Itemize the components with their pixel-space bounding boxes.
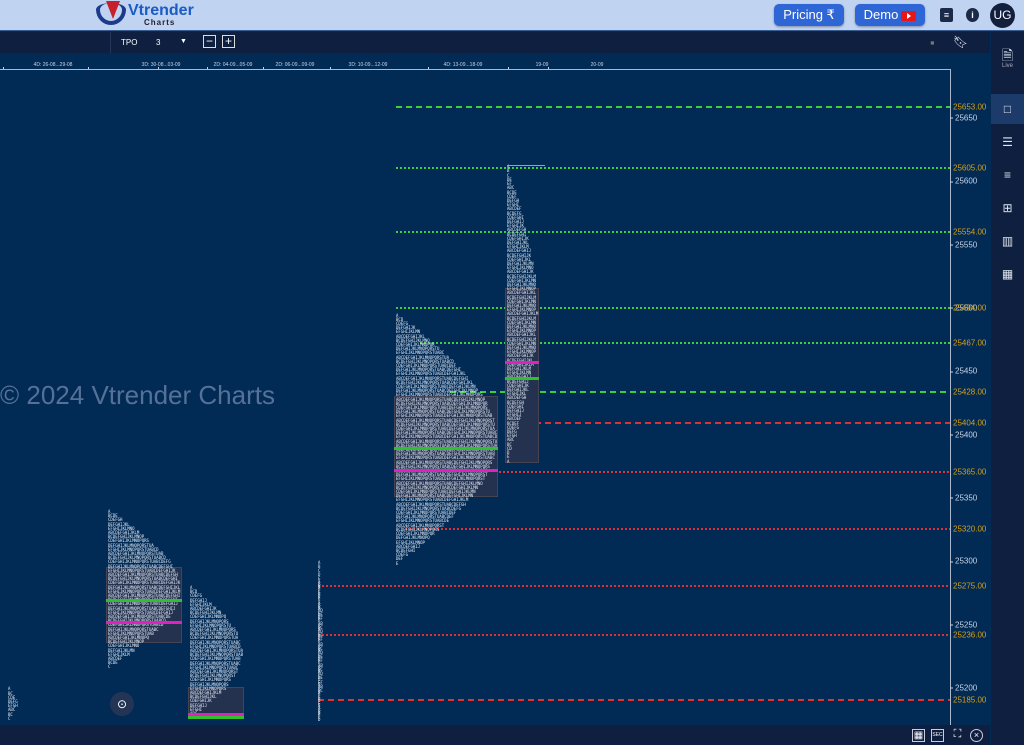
level-line — [455, 470, 950, 473]
level-line — [420, 341, 950, 344]
tpo-size-value[interactable]: 3 — [156, 38, 160, 47]
level-label: 25365.00 — [953, 467, 987, 477]
logo-sub: Charts — [144, 18, 176, 27]
vwap-line — [505, 360, 539, 364]
level-label: 25494.00 — [953, 303, 987, 313]
logo-text: Vtrender — [128, 2, 194, 19]
avatar[interactable]: UG — [990, 3, 1015, 28]
price-tick: 25300 — [949, 556, 978, 566]
top-header: Vtrender Charts Pricing ₹ Demo ≡ i UG — [0, 0, 1024, 31]
pricing-button[interactable]: Pricing ₹ — [774, 4, 844, 26]
date-label: 2D: 04-09...05-09 — [213, 62, 253, 68]
sec-icon[interactable]: SEC — [931, 729, 944, 742]
logo-mark — [96, 1, 126, 25]
price-tick: 25650 — [949, 113, 978, 123]
level-label: 25653.00 — [953, 102, 987, 112]
logo[interactable]: Vtrender Charts — [96, 1, 194, 27]
price-tick: 25350 — [949, 493, 978, 503]
level-line — [505, 421, 950, 424]
date-label: 19-09 — [535, 62, 549, 68]
mode-label: TPO — [121, 38, 138, 47]
columns-layout-icon[interactable]: ▥ — [991, 226, 1024, 256]
poc-line — [394, 446, 498, 450]
grid-layout-icon[interactable]: ⊞ — [991, 193, 1024, 223]
level-line — [396, 106, 950, 108]
level-label: 25554.00 — [953, 227, 987, 237]
tpo-profile: A BCDE CDEFGH DEFGHIJKL EFGHIJKLMNO ABCD… — [108, 508, 181, 670]
grid-6-layout-icon[interactable]: ▦ — [991, 259, 1024, 289]
date-label: 4D: 13-09...18-09 — [443, 62, 483, 68]
vwap-line — [188, 713, 244, 717]
bottom-toolbar: ▦ SEC ⛶ × — [0, 725, 990, 745]
level-label: 25236.00 — [953, 630, 987, 640]
profile-high-line — [507, 165, 545, 167]
date-axis: 4D: 26-08...29-08 3D: 30-08...03-09 2D: 04… — [0, 53, 990, 70]
focus-icon[interactable]: ⛶ — [951, 729, 964, 742]
level-label: 25428.00 — [953, 387, 987, 397]
price-tick: 25450 — [949, 366, 978, 376]
rows-layout-icon[interactable]: ≡ — [991, 160, 1024, 190]
tpo-profile: A BC CDE DEFG EFGH ABC BC C — [8, 686, 18, 721]
date-label: 20-09 — [590, 62, 604, 68]
tpo-profile: A B C DE EF ABC BCDE CDEF DEFGH EFGHI AB… — [507, 164, 539, 464]
save-icon[interactable]: ▪ — [930, 35, 935, 50]
right-sidebar: 🗎︎ Live □ ☰ ≡ ⊞ ▥ ▦ — [991, 32, 1024, 745]
price-tick: 25200 — [949, 683, 978, 693]
level-label: 25275.00 — [953, 581, 987, 591]
poc-line — [106, 598, 182, 602]
live-label: Live — [1001, 63, 1013, 69]
demo-button[interactable]: Demo — [855, 4, 925, 26]
youtube-icon — [901, 10, 917, 21]
poc-line — [505, 376, 539, 380]
chart-toolbar: TPO 3 ▼ − + ▪ 🔖︎ — [0, 32, 990, 53]
focus-icon[interactable]: ⊙ — [110, 692, 134, 716]
date-label: 2D: 06-09...09-09 — [275, 62, 315, 68]
price-tick: 25400 — [949, 430, 978, 440]
minus-icon[interactable]: − — [203, 35, 216, 48]
vwap-line — [106, 620, 182, 624]
level-line — [396, 231, 950, 234]
level-label: 25185.00 — [953, 695, 987, 705]
date-label: 3D: 10-09...12-09 — [348, 62, 388, 68]
notes-icon[interactable]: ≡ — [940, 8, 953, 22]
level-line — [396, 166, 950, 169]
live-doc-icon[interactable]: 🗎︎ — [991, 40, 1024, 63]
level-label: 25320.00 — [953, 524, 987, 534]
level-line — [318, 699, 950, 701]
level-line — [318, 634, 950, 637]
level-line — [318, 584, 950, 587]
demo-label: Demo — [863, 7, 899, 22]
price-tick: 25600 — [949, 176, 978, 186]
tpo-profile: A BCD CDEFG DEFGHIJ EFGHIJKLM ABCDEFGHIJ… — [190, 584, 243, 719]
tpo-profile: A B C D E A B C D E A B C D E A B C D E … — [318, 559, 321, 721]
grid-icon[interactable]: ▦ — [912, 729, 925, 742]
info-icon[interactable]: i — [966, 8, 979, 22]
bookmark-icon[interactable]: 🔖︎ — [953, 35, 968, 49]
level-label: 25467.00 — [953, 338, 987, 348]
plus-icon[interactable]: + — [222, 35, 235, 48]
price-tick: 25550 — [949, 240, 978, 249]
price-tick: 25250 — [949, 620, 978, 630]
single-layout-icon[interactable]: □ — [991, 94, 1024, 124]
split-layout-icon[interactable]: ☰ — [991, 127, 1024, 157]
level-label: 25605.00 — [953, 163, 987, 173]
level-line — [396, 307, 950, 310]
close-icon[interactable]: × — [970, 729, 983, 742]
vwap-line — [394, 468, 498, 472]
chevron-down-icon[interactable]: ▼ — [180, 38, 187, 45]
poc-line — [188, 716, 244, 720]
date-label: 3D: 30-08...03-09 — [141, 62, 181, 68]
tpo-profile: A BCD CDEFG DEFGHIJK EFGHIJKLMN ABCDEFGH… — [396, 312, 498, 566]
date-label: 4D: 26-08...29-08 — [33, 62, 73, 68]
watermark: © 2024 Vtrender Charts — [0, 380, 275, 410]
level-label: 25404.00 — [953, 418, 987, 427]
